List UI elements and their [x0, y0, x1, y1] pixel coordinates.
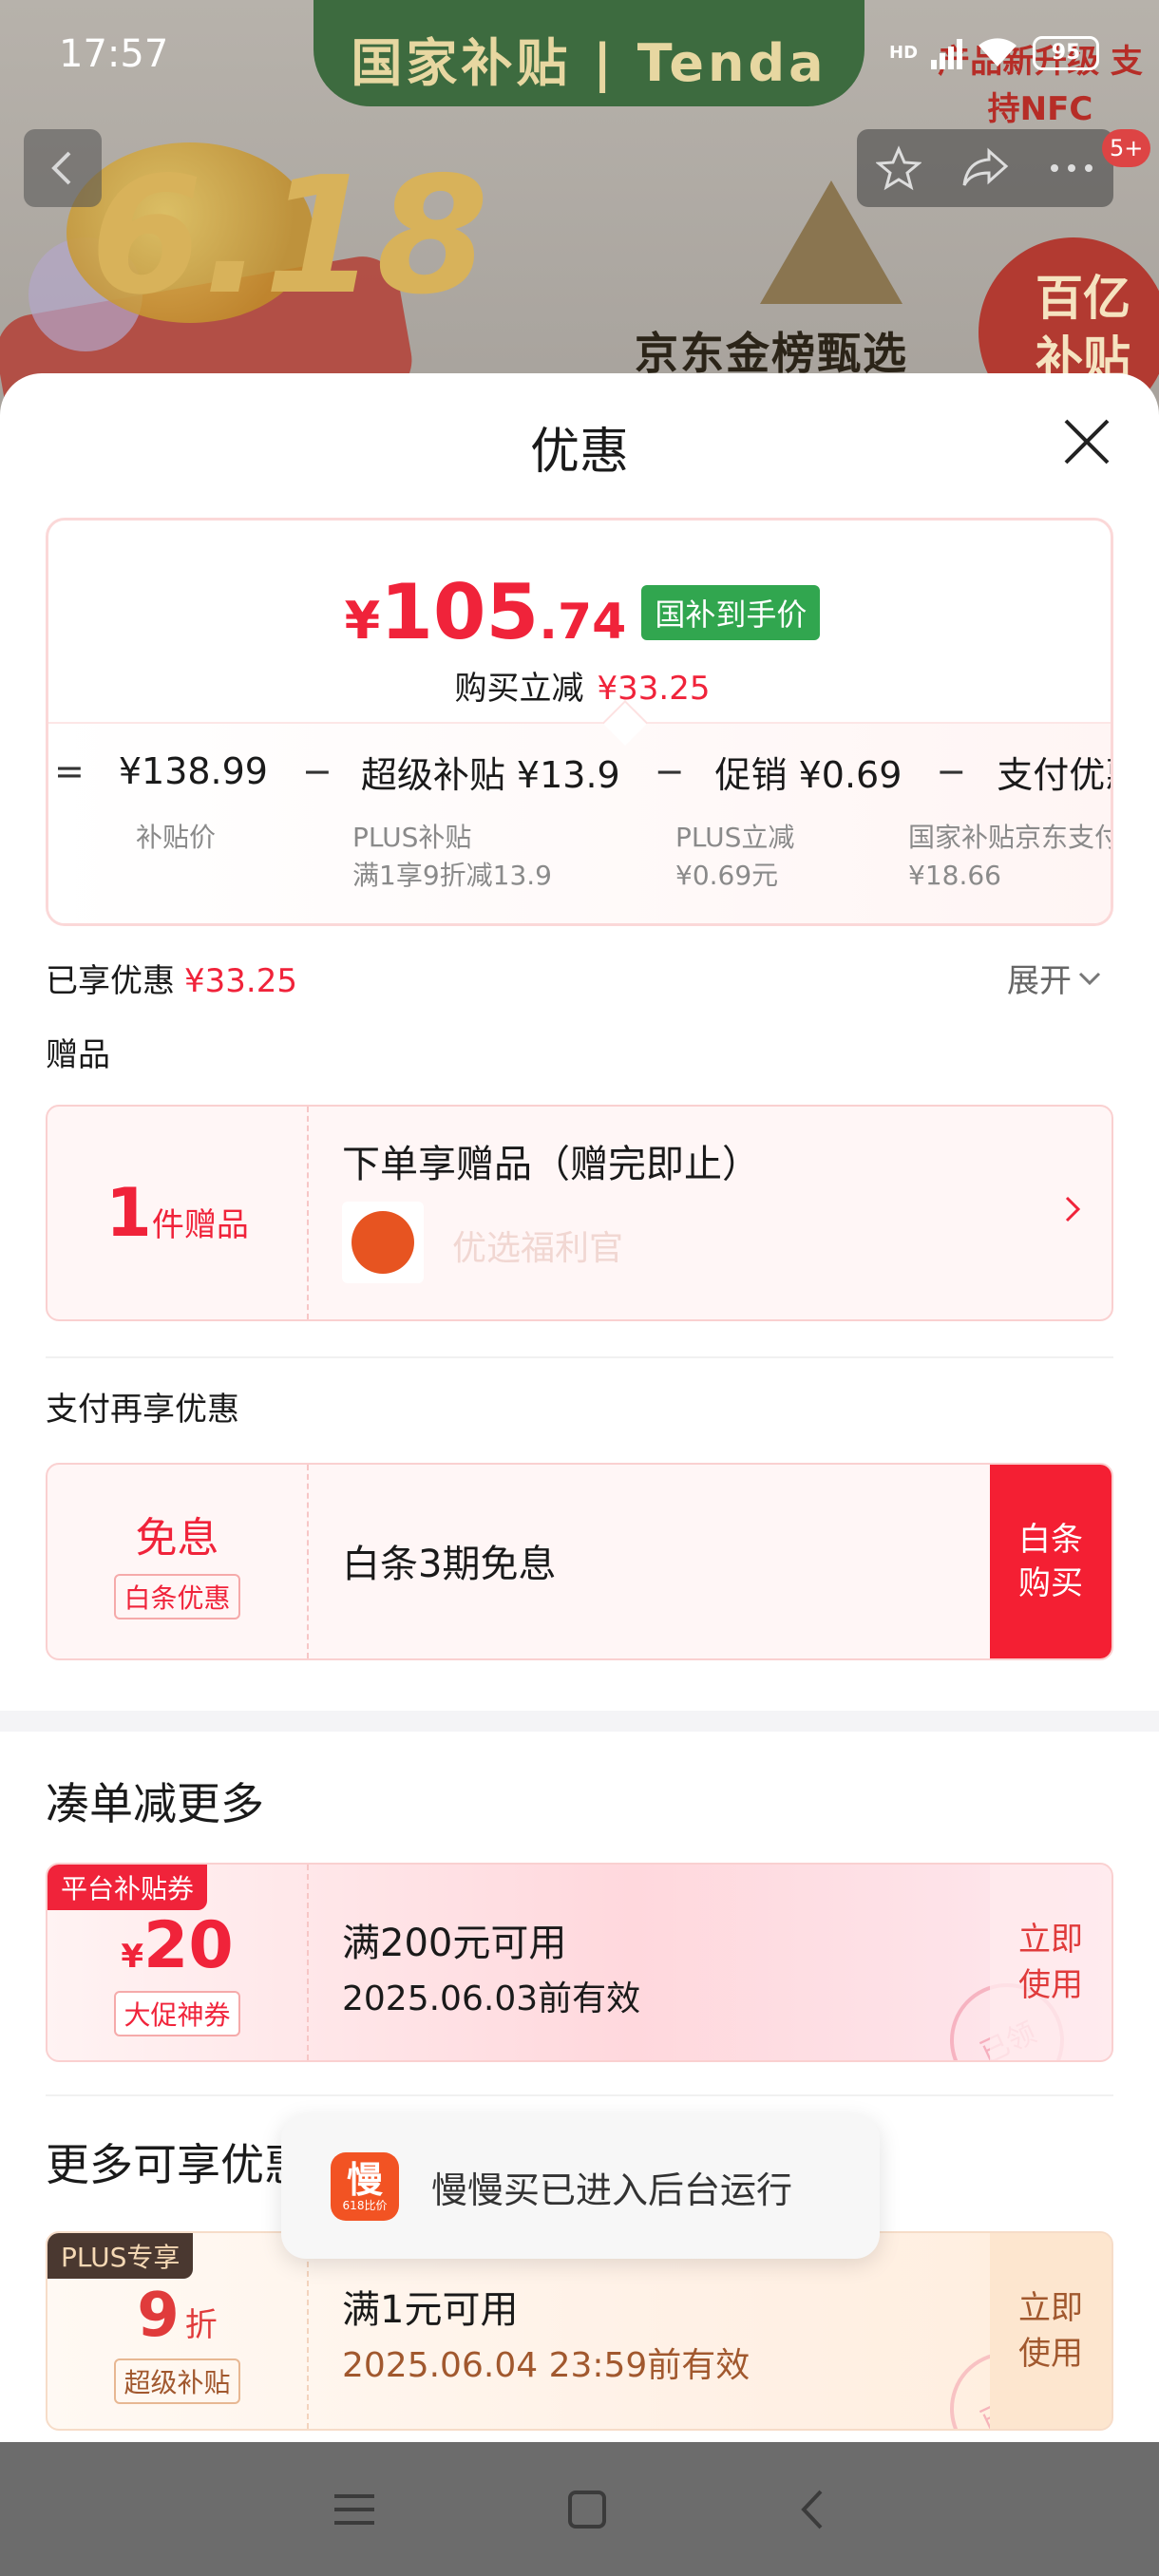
payment-offer-card: 免息 白条优惠 白条3期免息 白条 购买 [46, 1463, 1113, 1660]
calc-item: ¥138.99 [118, 750, 268, 792]
divider [46, 1356, 1113, 1358]
gift-count-block: 1 件赠品 [48, 1107, 309, 1319]
calc-item: 支付优惠 ¥18 [997, 753, 1111, 796]
expand-label: 展开 [1007, 962, 1072, 1000]
coupon-small-tag: 大促神券 [114, 1990, 240, 2036]
reduce-value: ¥33.25 [597, 670, 711, 708]
price-calc-strip[interactable]: = ¥138.99 − 超级补贴 ¥13.9 − 促销 ¥0.69 − 支付优惠… [48, 722, 1113, 923]
use-now-button[interactable]: 立即 使用 [990, 2233, 1112, 2429]
app-icon: 慢 618比价 [331, 2152, 399, 2221]
final-price: ¥ 105 .74 [345, 568, 627, 656]
chevron-left-icon [51, 151, 71, 185]
sheet-title: 优惠 [529, 424, 629, 481]
calc-sub: PLUS补贴 满1享9折减13.9 [352, 822, 552, 891]
pay-offer-text: 白条3期免息 [342, 1543, 557, 1586]
app-icon-glyph: 慢 [346, 2159, 383, 2201]
promo-618-text: 6.18 [90, 142, 489, 331]
back-icon[interactable] [798, 2488, 826, 2531]
gift-count: 1 [105, 1174, 152, 1252]
back-button[interactable] [24, 129, 102, 207]
enjoyed-discount: 已享优惠 ¥33.25 [46, 955, 297, 1001]
share-icon[interactable] [960, 147, 1010, 189]
pay-offer-left: 免息 白条优惠 [48, 1465, 309, 1658]
calc-item: 超级补贴 ¥13.9 [360, 753, 620, 796]
price-decimal: .74 [539, 594, 627, 651]
calc-row: = ¥138.99 − 超级补贴 ¥13.9 − 促销 ¥0.69 − 支付优惠… [48, 743, 1111, 800]
calc-item: 促销 ¥0.69 [714, 753, 902, 796]
star-icon[interactable] [876, 145, 922, 191]
section-gap [0, 1711, 1159, 1732]
status-time: 17:57 [59, 32, 169, 76]
platform-coupon-card: ¥20 大促神券 平台补贴券 满200元可用 2025.06.03前有效 已领 … [46, 1863, 1113, 2062]
gift-thumbnail [342, 1202, 424, 1283]
subsidy-badge-text: 百亿补贴 [1036, 271, 1130, 387]
reduce-label: 购买立减 [454, 670, 584, 708]
chevron-down-icon [1078, 972, 1101, 985]
calc-op: = [54, 750, 85, 792]
baitiao-buy-button[interactable]: 白条 购买 [990, 1465, 1112, 1658]
price-currency: ¥ [344, 591, 381, 651]
coupon-currency: ¥ [121, 1937, 144, 1976]
plus-coupon-condition: 满1元可用 [342, 2288, 519, 2332]
network-type: HD [889, 43, 919, 63]
enjoyed-value: ¥33.25 [184, 962, 297, 1000]
expand-button[interactable]: 展开 [1007, 955, 1102, 1001]
close-icon[interactable] [1058, 413, 1115, 470]
plus-coupon-expiry: 2025.06.04 23:59前有效 [342, 2346, 750, 2385]
calc-op: − [936, 750, 967, 792]
gift-section-title: 赠品 [46, 1036, 110, 1074]
banner-title: 国家补贴 | Tenda [351, 33, 827, 93]
calc-sub: PLUS立减 ¥0.69元 [675, 822, 795, 891]
coupon-condition: 满200元可用 [342, 1922, 567, 1965]
price-breakdown-card: ¥ 105 .74 国补到手价 购买立减 ¥33.25 = ¥138.99 − 超… [46, 518, 1113, 926]
system-nav-bar [0, 2442, 1159, 2576]
plus-exclusive-tag: PLUS专享 [48, 2233, 194, 2279]
chevron-right-icon [1065, 1196, 1081, 1222]
instant-reduce: 购买立减 ¥33.25 [48, 662, 1111, 709]
divider [46, 2094, 1113, 2096]
plus-small-tag: 超级补贴 [114, 2358, 240, 2404]
coupon-amount: 20 [143, 1907, 234, 1983]
home-icon[interactable] [566, 2489, 608, 2530]
more-icon[interactable] [1049, 162, 1094, 174]
pay-offer-tag: 白条优惠 [114, 1574, 240, 1619]
enjoyed-label: 已享优惠 [46, 962, 175, 1000]
toast-text: 慢慢买已进入后台运行 [431, 2169, 793, 2211]
more-section-title: 凑单减更多 [46, 1778, 264, 1829]
final-price-block: ¥ 105 .74 国补到手价 购买立减 ¥33.25 [48, 568, 1111, 709]
menu-icon[interactable] [332, 2491, 376, 2529]
gift-unit: 件赠品 [151, 1206, 249, 1244]
calc-op: − [301, 750, 332, 792]
calc-sub: 补贴价 [136, 822, 217, 853]
gift-headline: 下单享赠品（赠完即止） [342, 1143, 760, 1186]
app-icon-sub: 618比价 [342, 2199, 388, 2212]
gift-card[interactable]: 1 件赠品 下单享赠品（赠完即止） 优选福利官 [46, 1105, 1113, 1321]
discount-amount: 9 [137, 2281, 180, 2351]
pay-section-title: 支付再享优惠 [46, 1391, 239, 1429]
background-run-toast: 慢 618比价 慢慢买已进入后台运行 [281, 2114, 880, 2259]
message-badge: 5+ [1102, 129, 1151, 167]
gift-name: 优选福利官 [452, 1229, 624, 1268]
subsidy-price-tag: 国补到手价 [641, 584, 821, 640]
calc-op: − [654, 750, 685, 792]
platform-subsidy-tag: 平台补贴券 [48, 1865, 208, 1910]
use-now-button[interactable]: 立即 使用 [990, 1865, 1112, 2060]
more-offers-title: 更多可享优惠 [46, 2139, 308, 2190]
pay-offer-main: 免息 [135, 1514, 219, 1563]
price-integer: 105 [380, 568, 540, 656]
battery-icon: 95 [1033, 36, 1100, 70]
top-actions [857, 129, 1113, 207]
discount-unit: 折 [184, 2306, 218, 2344]
signal-icon [931, 37, 963, 69]
plus-coupon-card: 9折 超级补贴 PLUS专享 满1元可用 2025.06.04 23:59前有效… [46, 2231, 1113, 2431]
status-icons: HD 95 [889, 28, 1100, 78]
calc-sub: 国家补贴京东支付 ¥18.66 [908, 822, 1113, 891]
wifi-icon [978, 38, 1017, 66]
coupon-expiry: 2025.06.03前有效 [342, 1979, 641, 2018]
